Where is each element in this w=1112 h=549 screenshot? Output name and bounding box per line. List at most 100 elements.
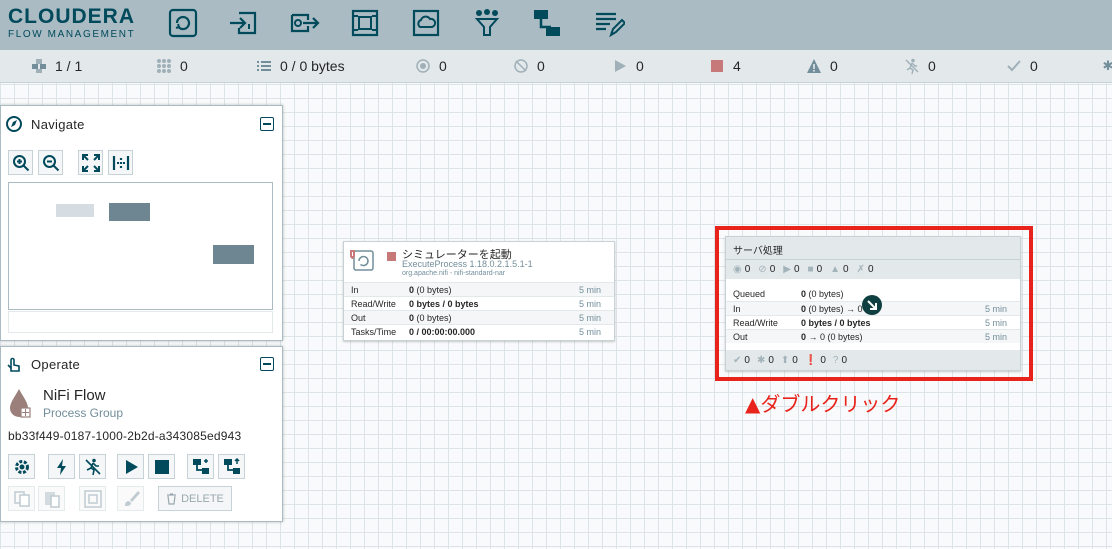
- brand-name: CLOUDERA: [8, 5, 135, 28]
- top-header: CLOUDERA FLOW MANAGEMENT: [0, 0, 1112, 50]
- pg-stat-not-transmitting: ⊘ 0: [758, 264, 776, 275]
- queued-icon: [256, 58, 272, 74]
- processor-component[interactable]: シミュレーターを起動 ExecuteProcess 1.18.0.2.1.5.1…: [343, 241, 615, 341]
- asterisk-icon: ✱: [756, 354, 766, 366]
- row-label: Queued: [733, 289, 766, 299]
- minimap-group: [213, 245, 254, 264]
- row-time: 5 min: [984, 318, 1007, 328]
- configure-button[interactable]: [8, 454, 35, 479]
- stat-disabled: 0: [904, 58, 936, 74]
- row-label: Read/Write: [351, 299, 396, 309]
- row-label: Out: [351, 313, 366, 323]
- create-template-button[interactable]: [187, 454, 214, 479]
- pg-stat-running: ▶ 0: [783, 264, 800, 275]
- compass-icon: [6, 116, 22, 132]
- pg-foot-sync-failure: ? 0: [832, 354, 847, 366]
- row-value: 0 (0 bytes): [409, 313, 452, 323]
- not-transmitting-icon: ⊘: [758, 264, 767, 275]
- funnel-icon[interactable]: [470, 6, 504, 40]
- stat-stopped: 4: [709, 58, 741, 74]
- stat-threads: 0: [156, 58, 188, 74]
- row-label: In: [351, 285, 359, 295]
- label-icon[interactable]: [592, 6, 626, 40]
- operate-collapse-button[interactable]: [260, 357, 274, 371]
- group-button[interactable]: [79, 486, 106, 511]
- check-icon: ✔: [733, 354, 742, 366]
- remote-process-group-icon[interactable]: [409, 6, 443, 40]
- color-button[interactable]: [117, 486, 144, 511]
- processor-row-read-write: Read/Write 0 bytes / 0 bytes 5 min: [344, 296, 614, 310]
- zoom-in-icon: [12, 154, 29, 171]
- minimap-footer: [8, 311, 273, 333]
- hand-pointer-icon: [7, 357, 20, 372]
- row-label: Tasks/Time: [351, 327, 397, 337]
- lightning-icon: [56, 458, 66, 475]
- birdseye-minimap[interactable]: [8, 182, 273, 310]
- process-group-icon[interactable]: [348, 6, 382, 40]
- stat-up-to-date-value: 0: [1030, 58, 1038, 74]
- navigate-title: Navigate: [31, 117, 85, 132]
- minimap-processor: [56, 204, 94, 217]
- pg-foot-locally-modified: ✱ 0: [756, 354, 774, 366]
- stopped-icon: [709, 58, 725, 74]
- stat-invalid: 0: [806, 58, 838, 74]
- template-icon: [192, 458, 209, 474]
- asterisk-icon: ✱: [1102, 58, 1112, 73]
- row-time: 5 min: [578, 299, 601, 309]
- row-value: 0 bytes / 0 bytes: [801, 318, 871, 328]
- cluster-icon: [31, 58, 47, 74]
- stop-icon: ■: [807, 264, 814, 275]
- copy-button[interactable]: [8, 486, 35, 511]
- process-group-stats: ◉ 0 ⊘ 0 ▶ 0 ■ 0 ▲ 0 ✗ 0: [726, 259, 1020, 279]
- stat-invalid-value: 0: [830, 58, 838, 74]
- play-icon: ▶: [783, 264, 791, 275]
- stat-queued: 0 / 0 bytes: [256, 58, 345, 74]
- nifi-drop-icon: [10, 389, 31, 418]
- processor-icon[interactable]: [166, 6, 200, 40]
- arrow-up-circle-icon: ⬆: [780, 354, 790, 366]
- navigate-collapse-button[interactable]: [260, 117, 274, 131]
- fit-button[interactable]: [78, 150, 103, 175]
- process-group-name: サーバ処理: [726, 237, 1020, 259]
- paintbrush-icon: [124, 490, 140, 506]
- double-click-cursor-icon: [862, 295, 882, 315]
- copy-icon: [13, 490, 30, 507]
- running-icon: [612, 58, 628, 74]
- processor-row-in: In 0 (0 bytes) 5 min: [344, 282, 614, 296]
- actual-size-icon: [112, 155, 129, 170]
- pg-foot-modified-stale: ❗ 0: [804, 354, 826, 366]
- actual-size-button[interactable]: [108, 150, 133, 175]
- processor-row-tasks: Tasks/Time 0 / 00:00:00.000 5 min: [344, 324, 614, 338]
- start-button[interactable]: [117, 454, 144, 479]
- threads-icon: [156, 58, 172, 74]
- trash-icon: [167, 492, 177, 505]
- disabled-icon: [84, 458, 101, 475]
- enable-button[interactable]: [48, 454, 75, 479]
- processor-type: ExecuteProcess 1.18.0.2.1.5.1-1: [402, 259, 533, 269]
- stat-running: 0: [612, 58, 644, 74]
- stat-queued-value: 0 / 0 bytes: [280, 58, 345, 74]
- zoom-in-button[interactable]: [8, 150, 33, 175]
- double-click-annotation: ▲ダブルクリック: [745, 392, 901, 416]
- row-label: In: [733, 304, 741, 314]
- status-bar: 1 / 1 0 0 / 0 bytes 0 0 0 4 0 0 0 ✱: [0, 50, 1112, 83]
- template-icon[interactable]: [530, 6, 564, 40]
- disable-button[interactable]: [79, 454, 106, 479]
- brand-logo: CLOUDERA FLOW MANAGEMENT: [8, 5, 135, 40]
- paste-button[interactable]: [38, 486, 65, 511]
- processor-bundle: org.apache.nifi - nifi-standard-nar: [402, 270, 506, 277]
- delete-label: DELETE: [181, 492, 224, 505]
- stat-cluster-value: 1 / 1: [55, 58, 83, 74]
- group-icon: [83, 489, 102, 508]
- operate-component-name: NiFi Flow: [43, 387, 106, 404]
- input-port-icon[interactable]: [226, 6, 260, 40]
- stat-transmitting: 0: [415, 58, 447, 74]
- stop-button[interactable]: [148, 454, 175, 479]
- zoom-out-button[interactable]: [38, 150, 63, 175]
- upload-template-button[interactable]: [218, 454, 245, 479]
- delete-button[interactable]: DELETE: [158, 486, 232, 511]
- not-transmitting-icon: [513, 58, 529, 74]
- stat-up-to-date: 0: [1006, 58, 1038, 74]
- output-port-icon[interactable]: [287, 6, 321, 40]
- row-time: 5 min: [984, 332, 1007, 342]
